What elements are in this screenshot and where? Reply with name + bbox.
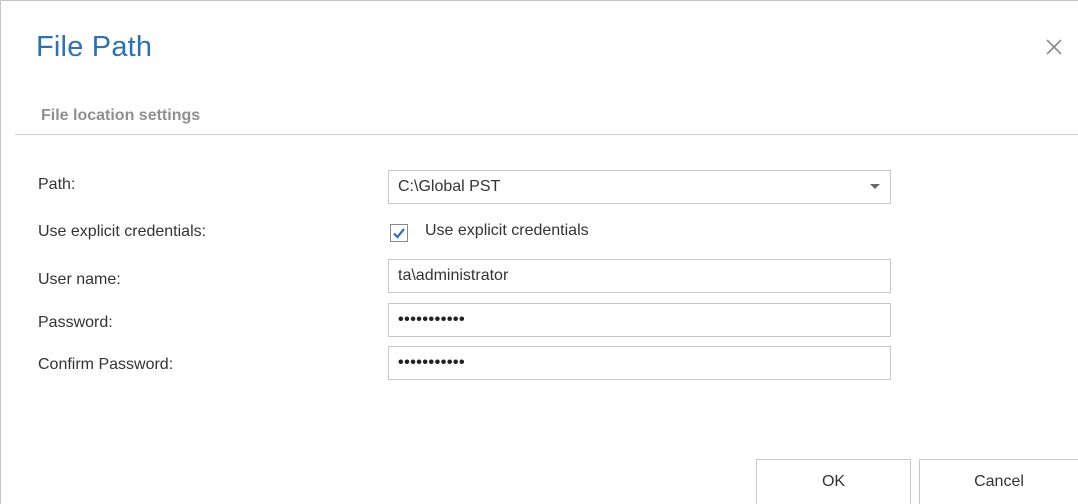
ok-button[interactable]: OK xyxy=(756,459,911,504)
password-masked-value: ••••••••••• xyxy=(398,311,466,328)
path-label: Path: xyxy=(38,176,76,193)
password-label: Password: xyxy=(38,314,113,331)
close-icon[interactable] xyxy=(1042,35,1066,59)
password-input[interactable]: ••••••••••• xyxy=(388,303,891,337)
chevron-down-icon[interactable] xyxy=(870,184,880,189)
cancel-button[interactable]: Cancel xyxy=(919,459,1078,504)
username-input[interactable]: ta\administrator xyxy=(388,259,891,293)
explicit-credentials-checkbox[interactable] xyxy=(390,224,408,242)
section-title: File location settings xyxy=(41,107,201,124)
path-value: C:\Global PST xyxy=(398,178,501,195)
section-divider xyxy=(15,134,1078,135)
explicit-credentials-label: Use explicit credentials: xyxy=(38,223,207,240)
checkmark-icon xyxy=(393,228,405,239)
explicit-credentials-checkbox-label: Use explicit credentials xyxy=(425,222,589,239)
path-dropdown[interactable]: C:\Global PST xyxy=(388,170,891,204)
dialog-title: File Path xyxy=(36,31,153,63)
confirm-password-label: Confirm Password: xyxy=(38,356,174,373)
confirm-password-input[interactable]: ••••••••••• xyxy=(388,346,891,380)
username-label: User name: xyxy=(38,271,121,288)
confirm-password-masked-value: ••••••••••• xyxy=(398,354,466,371)
username-value: ta\administrator xyxy=(398,267,509,284)
file-path-dialog: File Path File location settings Path: C… xyxy=(0,0,1078,504)
